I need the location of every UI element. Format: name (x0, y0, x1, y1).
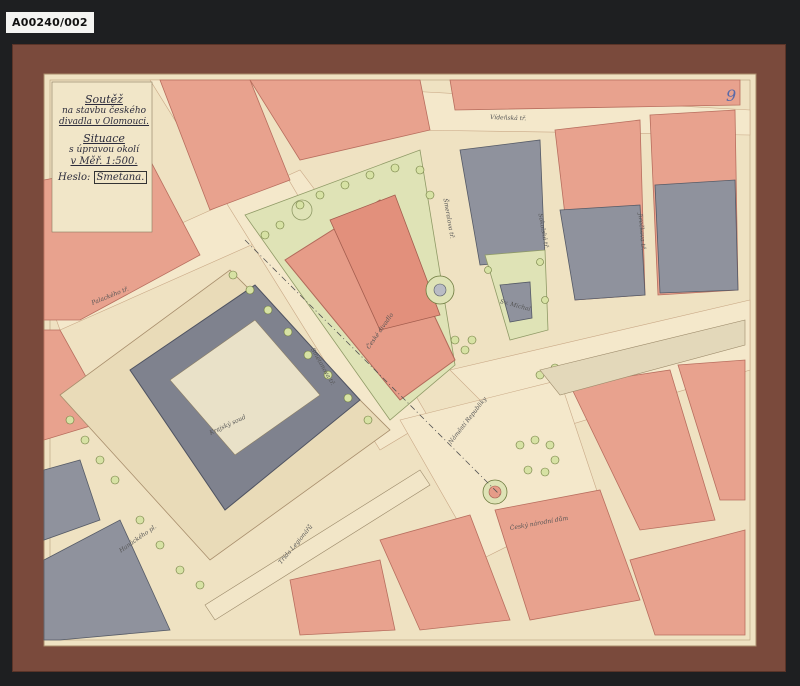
motto-label: Heslo: (58, 172, 91, 183)
sheet-number: 9 (726, 86, 737, 105)
cartouche-line-5: s úpravou okolí (69, 145, 139, 155)
cartouche-line-4: Situace (83, 132, 125, 145)
cartouche-line-3: divadla v Olomouci. (58, 117, 150, 127)
title-cartouche: Soutěž na stavbu českého divadla v Olomo… (56, 93, 152, 184)
cartouche-line-6: v Měř. 1:500. (70, 156, 138, 167)
cartouche-motto: Heslo: Smetana. (56, 171, 152, 184)
street-label-2: Vídeňská tř. (489, 114, 527, 123)
cartouche-line-2: na stavbu českého (61, 106, 147, 116)
motto-value: Smetana. (93, 171, 148, 184)
cartouche-line-1: Soutěž (85, 93, 123, 106)
